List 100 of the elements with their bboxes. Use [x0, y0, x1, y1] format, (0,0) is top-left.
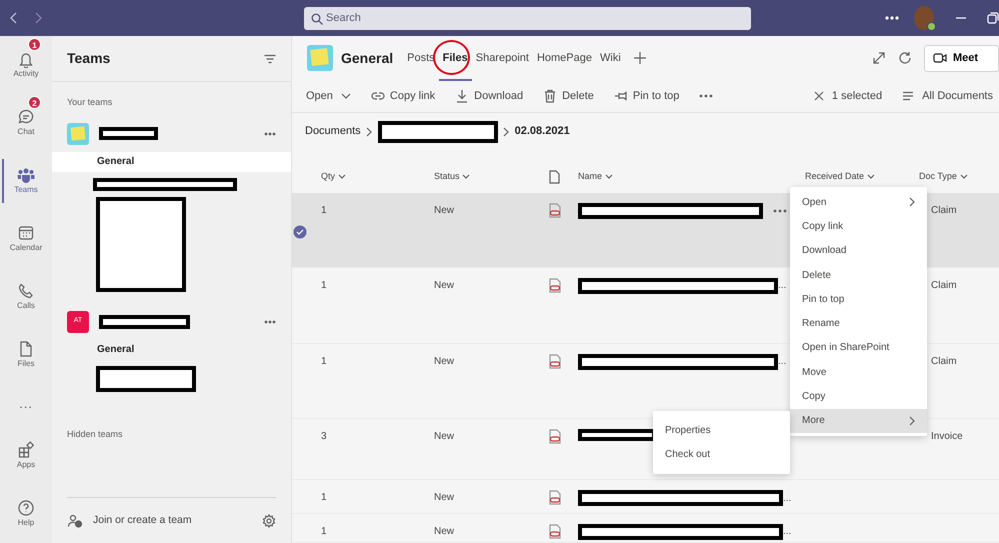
pdf-file-icon [549, 354, 561, 369]
menu-item[interactable]: Open [790, 190, 927, 214]
column-header[interactable]: Qty [321, 170, 434, 184]
column-header[interactable]: Doc Type [919, 170, 999, 184]
notification-badge: 2 [28, 96, 41, 109]
tab[interactable]: Wiki [596, 36, 625, 80]
more-icon[interactable] [264, 132, 276, 136]
column-header[interactable]: Status [434, 170, 549, 184]
add-icon[interactable] [632, 51, 647, 66]
table-cell-text: ... [778, 355, 786, 370]
team-avatar [67, 122, 89, 144]
chevron-down-icon [960, 174, 968, 180]
section-label: Your teams [66, 96, 114, 109]
app-bar-item[interactable]: Teams [0, 152, 52, 210]
menu-item[interactable]: Pin to top [790, 287, 927, 312]
menu-item[interactable]: Move [790, 360, 927, 384]
chevron-right-icon [909, 416, 915, 426]
calendar-icon [17, 224, 35, 242]
menu-item[interactable]: Copy [790, 384, 927, 409]
pdf-file-icon [549, 278, 561, 293]
settings-icon[interactable] [262, 514, 276, 528]
filter-icon[interactable] [264, 54, 276, 64]
meet-button[interactable]: Meet [924, 44, 999, 72]
channel-avatar [307, 45, 333, 72]
channel-item[interactable]: General [52, 152, 291, 172]
pdf-file-icon [549, 490, 561, 506]
pdf-file-icon [549, 524, 561, 539]
breadcrumb-current: 02.08.2021 [514, 124, 570, 140]
pdf-file-icon [549, 203, 561, 218]
app-bar-item[interactable]: Files [0, 326, 52, 384]
table-cell-text: 1 [321, 491, 328, 506]
chevron-down-icon [340, 93, 351, 100]
app-bar-item[interactable]: Chat 2 [0, 94, 52, 152]
column-header[interactable]: Name [578, 170, 805, 184]
table-cell-text: New [434, 430, 456, 444]
clear-selection-button[interactable]: 1 selected [814, 88, 882, 105]
chevron-right-icon [366, 126, 372, 137]
menu-item[interactable]: Copy link [790, 214, 927, 239]
file-type-icon [549, 170, 560, 184]
redaction-box [99, 127, 158, 140]
search-field[interactable]: Search [304, 6, 751, 30]
restore-icon[interactable] [987, 12, 999, 24]
table-row[interactable]: 1 New ... [292, 514, 999, 543]
join-team-link[interactable]: Join or create a team [93, 512, 192, 528]
app-bar-item[interactable]: Calendar [0, 210, 52, 268]
toolbar-button[interactable]: Copy link [370, 88, 436, 105]
section-label: Hidden teams [66, 428, 124, 440]
toolbar-button[interactable]: Download [455, 88, 524, 105]
table-cell-text: ... [783, 492, 792, 506]
tab[interactable]: Files [438, 36, 472, 80]
menu-item[interactable]: Download [790, 238, 927, 263]
table-cell-text: 1 [321, 204, 328, 218]
tab[interactable]: HomePage [532, 36, 596, 80]
notification-badge: 1 [28, 38, 41, 51]
presence-icon [927, 22, 936, 31]
add-people-icon [67, 514, 83, 528]
more-icon[interactable] [699, 94, 714, 98]
pin-icon [614, 89, 628, 104]
column-header[interactable]: Received Date [805, 170, 919, 184]
checkmark-circle-icon[interactable] [293, 225, 307, 240]
tab[interactable]: Sharepoint [472, 36, 533, 80]
more-icon[interactable] [885, 15, 899, 21]
more-icon[interactable] [264, 320, 276, 324]
table-cell-text: 1 [321, 278, 328, 293]
menu-item[interactable]: Delete [790, 262, 927, 288]
refresh-icon[interactable] [898, 51, 912, 66]
toolbar-button[interactable]: Delete [543, 88, 594, 105]
app-bar-item[interactable]: Help [0, 485, 52, 543]
chat-icon [17, 108, 35, 126]
menu-item[interactable]: Properties [653, 418, 790, 442]
table-cell-text: Invoice [931, 430, 963, 444]
avatar[interactable] [914, 6, 934, 30]
app-bar-item[interactable]: Activity 1 [0, 36, 52, 94]
list-icon [902, 91, 914, 102]
table-cell-text: 1 [321, 354, 328, 369]
app-bar-item[interactable]: ... [0, 384, 52, 424]
table-cell-text: 3 [321, 430, 328, 444]
download-icon [455, 89, 470, 104]
toolbar-button[interactable]: Open [306, 88, 351, 105]
app-bar-item[interactable]: Apps [0, 427, 52, 485]
menu-item[interactable]: Open in SharePoint [790, 336, 927, 360]
view-switcher[interactable]: All Documents [902, 88, 993, 105]
breadcrumb-link[interactable]: Documents [305, 123, 361, 140]
more-icon[interactable] [773, 209, 787, 214]
menu-item[interactable]: Rename [790, 311, 927, 336]
close-icon [814, 91, 824, 102]
video-camera-icon [933, 52, 948, 64]
toolbar-button[interactable]: Pin to top [614, 88, 680, 105]
table-cell-text: Claim [931, 278, 957, 293]
app-bar-item[interactable]: Calls [0, 268, 52, 326]
table-row[interactable]: 1 New ... [292, 480, 999, 514]
chevron-right-icon [909, 197, 915, 208]
chevron-down-icon [866, 174, 875, 180]
menu-item[interactable]: Check out [653, 442, 790, 467]
expand-icon[interactable] [872, 51, 886, 66]
table-cell-text: Claim [931, 204, 957, 218]
channel-item[interactable]: General [52, 340, 291, 360]
menu-item[interactable]: More [790, 408, 927, 433]
people-icon [17, 166, 35, 184]
channel-title: General [341, 50, 394, 67]
